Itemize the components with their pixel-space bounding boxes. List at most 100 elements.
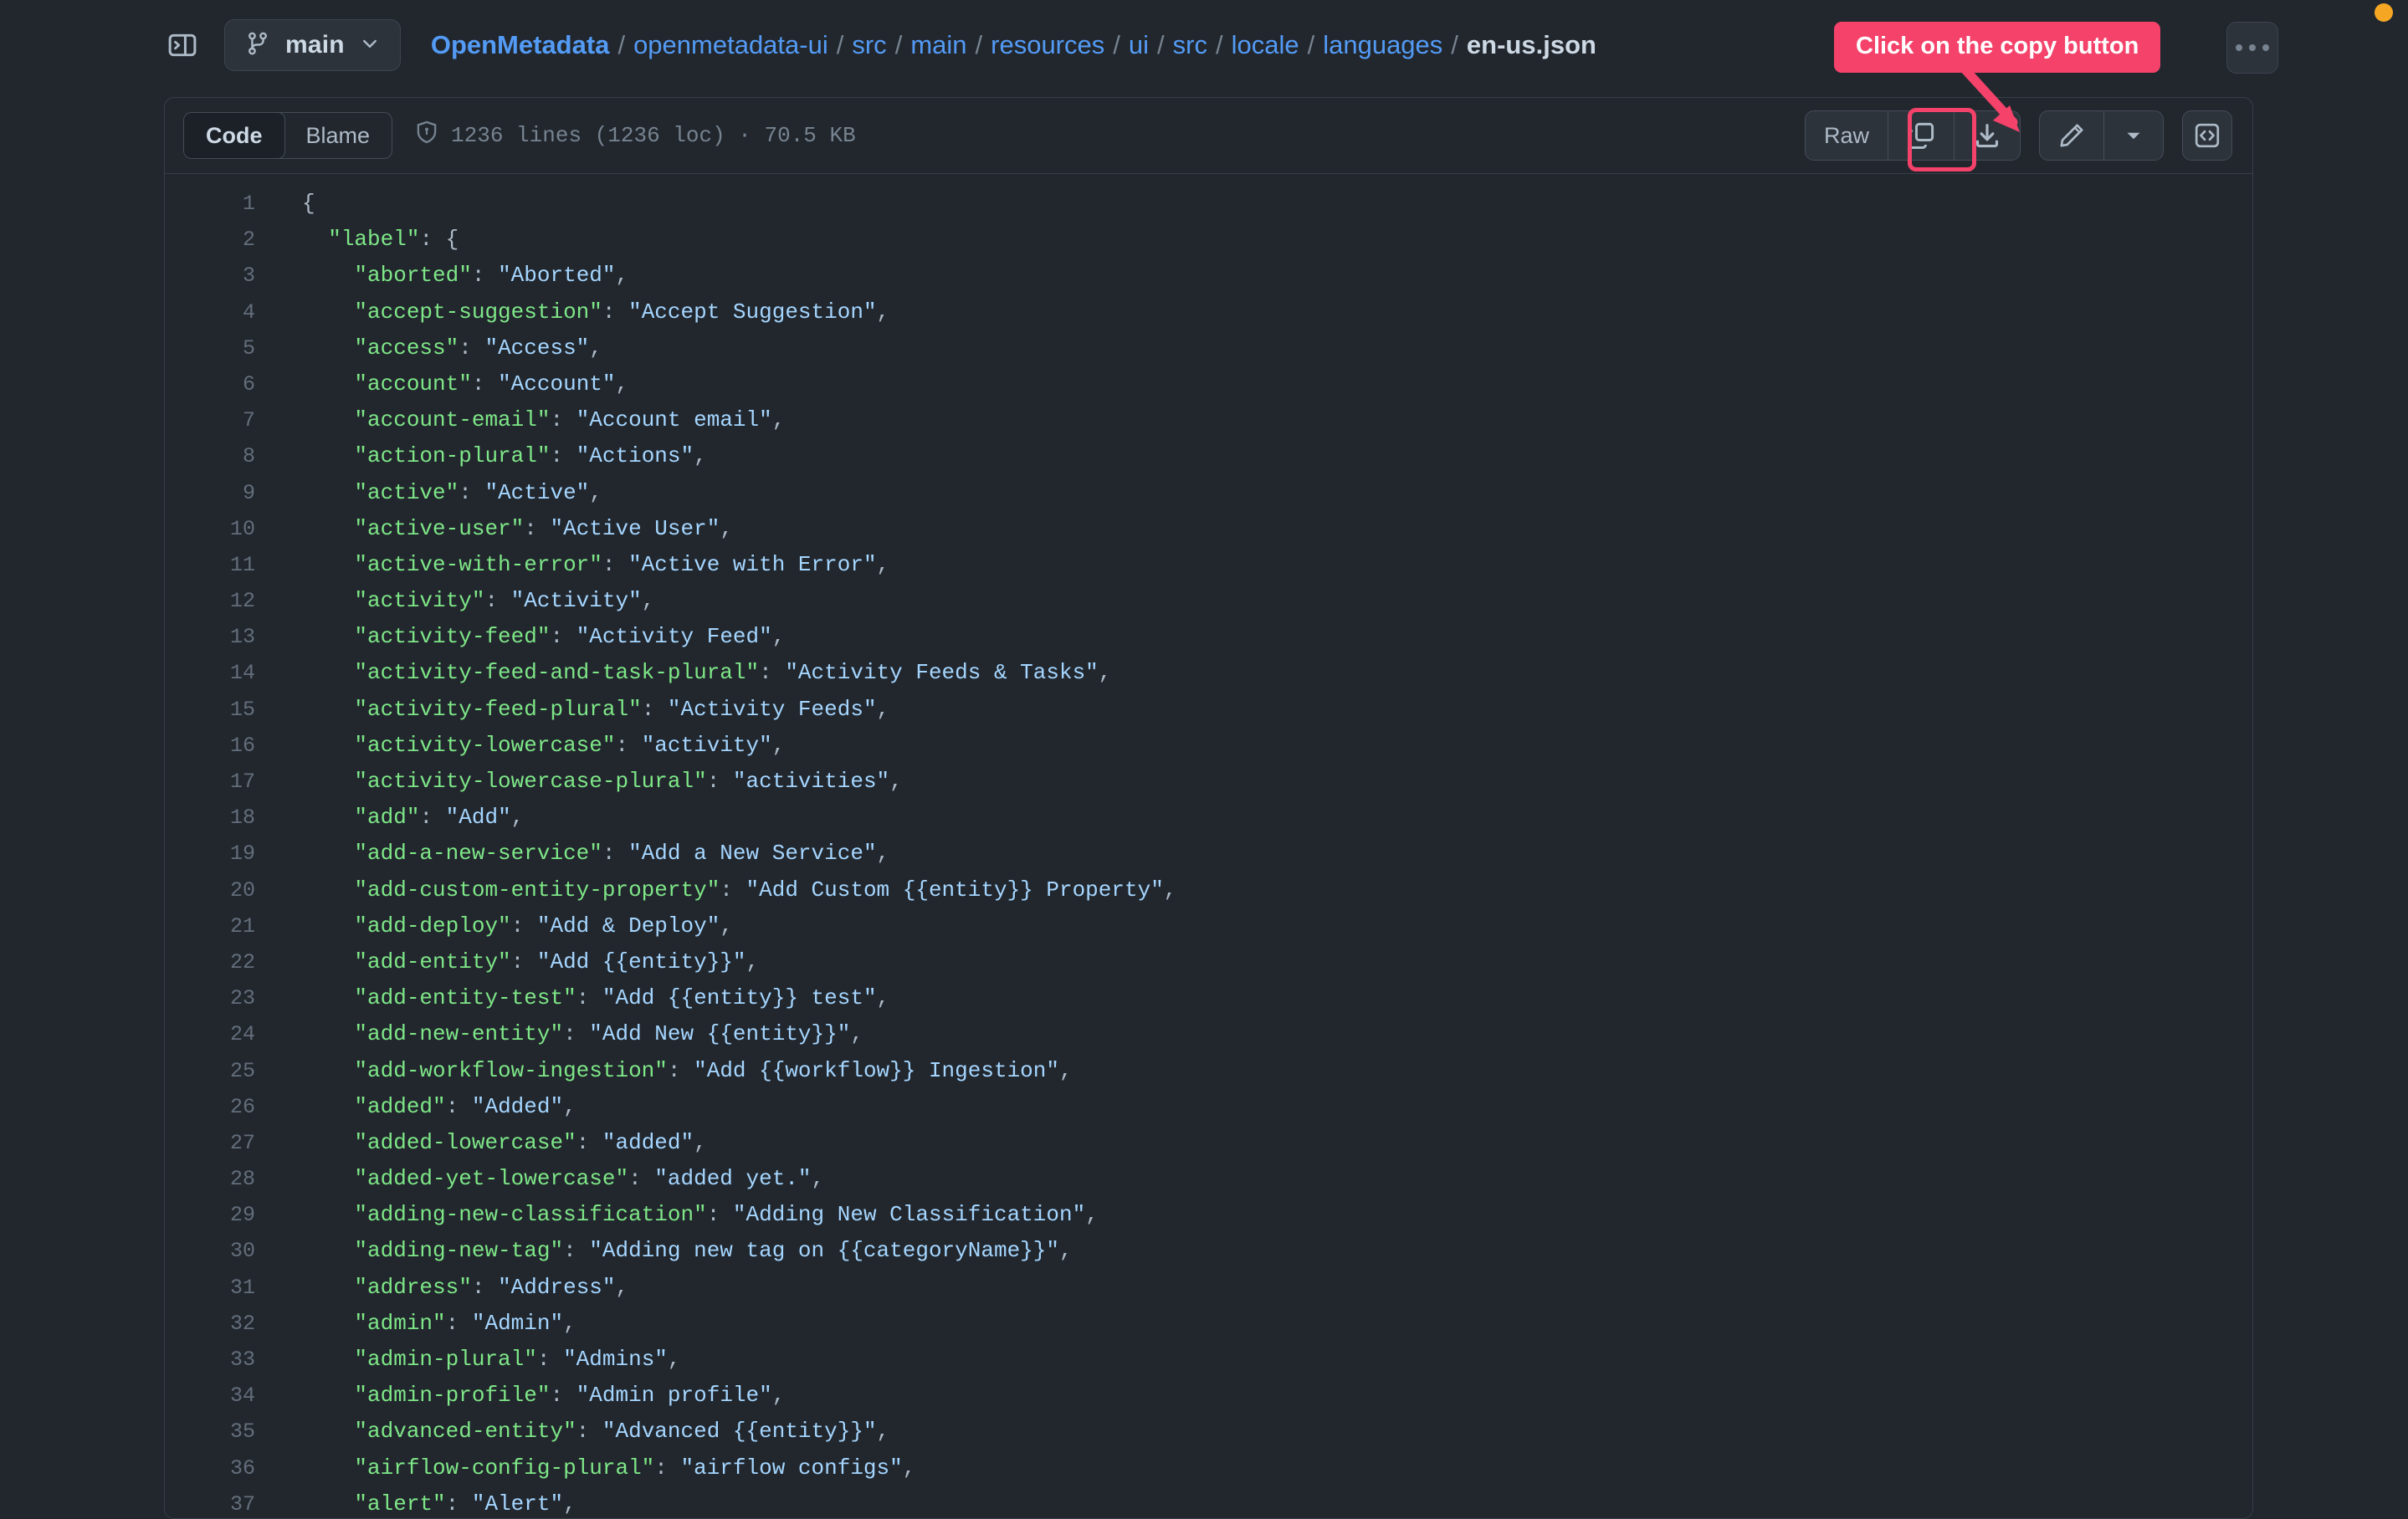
code-line: "adding-new-tag": "Adding new tag on {{c… (354, 1238, 1073, 1264)
file-metadata: 1236 lines (1236 loc) · 70.5 KB (414, 120, 856, 151)
code-line: "active-with-error": "Active with Error"… (354, 551, 890, 577)
code-line: "activity-lowercase-plural": "activities… (354, 769, 903, 794)
kebab-dot (2249, 44, 2256, 51)
callout-arrow-icon (1956, 62, 2020, 132)
line-number: 28 (229, 1167, 255, 1192)
code-line: "add-entity-test": "Add {{entity}} test"… (354, 985, 890, 1011)
code-line: "access": "Access", (354, 335, 602, 361)
breadcrumb-item-locale[interactable]: locale (1232, 30, 1299, 60)
kebab-dot (2236, 44, 2242, 51)
line-number: 33 (229, 1348, 255, 1372)
line-number: 29 (229, 1203, 255, 1228)
code-line: "address": "Address", (354, 1274, 629, 1300)
line-number: 18 (229, 806, 255, 831)
breadcrumb-separator: / (894, 30, 903, 59)
line-number: 10 (229, 516, 255, 541)
angle-brackets-icon[interactable] (2182, 110, 2232, 161)
code-line: "added": "Added", (354, 1093, 576, 1119)
breadcrumb-item-openmetadata[interactable]: OpenMetadata (431, 30, 610, 60)
code-line: "airflow-config-plural": "airflow config… (354, 1455, 916, 1481)
line-number: 3 (242, 263, 255, 289)
code-line: "accept-suggestion": "Accept Suggestion"… (354, 299, 890, 325)
sidebar-expand-icon[interactable] (166, 28, 199, 62)
code-line: "add-entity": "Add {{entity}}", (354, 949, 760, 974)
file-toolbar: Code Blame 1236 lines (1236 loc) · 70.5 … (165, 98, 2252, 173)
breadcrumb-item-src[interactable]: src (852, 30, 886, 60)
code-line: "active": "Active", (354, 479, 602, 505)
file-view-panel: Code Blame 1236 lines (1236 loc) · 70.5 … (164, 97, 2253, 1519)
code-line: "adding-new-classification": "Adding New… (354, 1202, 1099, 1228)
edit-group (2039, 110, 2164, 161)
line-number: 37 (229, 1491, 255, 1516)
more-options-icon[interactable] (2226, 22, 2278, 74)
code-content: { "label": { "aborted": "Aborted", "acce… (274, 174, 2252, 1518)
code-line: "added-lowercase": "added", (354, 1129, 707, 1155)
file-meta-text: 1236 lines (1236 loc) · 70.5 KB (451, 123, 856, 148)
breadcrumb-item-openmetadata-ui[interactable]: openmetadata-ui (633, 30, 828, 60)
code-line: "activity-feed-and-task-plural": "Activi… (354, 660, 1112, 686)
line-number: 32 (229, 1311, 255, 1336)
git-branch-icon (245, 31, 270, 60)
line-number-gutter: 1 2 3 4 5 6 7 8 9 10 11 12 13 14 15 16 17 18 19 20 21 22 23 24 2… (165, 174, 274, 1518)
code-line: "account-email": "Account email", (354, 407, 786, 433)
breadcrumb-item-resources[interactable]: resources (991, 30, 1104, 60)
line-number: 23 (229, 986, 255, 1011)
raw-button[interactable]: Raw (1806, 111, 1888, 160)
code-line: "add-a-new-service": "Add a New Service"… (354, 841, 890, 867)
tab-blame[interactable]: Blame (284, 113, 392, 158)
branch-name-label: main (285, 31, 345, 59)
line-number: 27 (229, 1130, 255, 1155)
breadcrumb-separator: / (617, 30, 626, 59)
breadcrumb-separator: / (975, 30, 983, 59)
branch-selector[interactable]: main (224, 19, 401, 71)
breadcrumb-item-en-us-json: en-us.json (1466, 30, 1596, 59)
code-line: "added-yet-lowercase": "added yet.", (354, 1166, 825, 1192)
code-blame-tabs: Code Blame (183, 112, 393, 159)
code-line: "activity-feed-plural": "Activity Feeds"… (354, 696, 890, 722)
code-viewer: 1 2 3 4 5 6 7 8 9 10 11 12 13 14 15 16 17 18 19 20 21 22 23 24 2… (165, 173, 2252, 1518)
line-number: 24 (229, 1022, 255, 1047)
code-line: "action-plural": "Actions", (354, 443, 707, 469)
breadcrumb-separator: / (1215, 30, 1223, 59)
code-line: "alert": "Alert", (354, 1491, 576, 1516)
code-line: "add-new-entity": "Add New {{entity}}", (354, 1021, 863, 1047)
line-number: 15 (229, 697, 255, 722)
breadcrumb-separator: / (836, 30, 844, 59)
breadcrumb-item-ui[interactable]: ui (1129, 30, 1149, 60)
breadcrumb-item-src[interactable]: src (1173, 30, 1207, 60)
line-number: 16 (229, 733, 255, 758)
code-line: "admin-plural": "Admins", (354, 1347, 681, 1372)
line-number: 4 (242, 299, 255, 325)
code-line: "active-user": "Active User", (354, 515, 733, 541)
breadcrumb-separator: / (1307, 30, 1315, 59)
code-line: "advanced-entity": "Advanced {{entity}}"… (354, 1419, 890, 1445)
tab-code[interactable]: Code (184, 113, 285, 158)
breadcrumb-item-languages[interactable]: languages (1323, 30, 1442, 60)
line-number: 20 (229, 877, 255, 903)
line-number: 7 (242, 408, 255, 433)
cursor-indicator (2375, 3, 2393, 22)
line-number: 31 (229, 1275, 255, 1300)
breadcrumb-separator: / (1113, 30, 1120, 59)
line-number: 26 (229, 1094, 255, 1119)
line-number: 9 (242, 480, 255, 505)
callout-tooltip: Click on the copy button (1834, 22, 2161, 73)
line-number: 34 (229, 1383, 255, 1409)
copy-icon[interactable] (1888, 111, 1955, 160)
code-line: "admin": "Admin", (354, 1310, 576, 1336)
code-line: "add": "Add", (354, 805, 525, 831)
code-line: "activity": "Activity", (354, 588, 655, 614)
breadcrumb-separator: / (1157, 30, 1165, 59)
chevron-down-icon (360, 33, 380, 58)
line-number: 11 (229, 552, 255, 577)
code-line: "activity-lowercase": "activity", (354, 732, 786, 758)
code-line: "account": "Account", (354, 371, 629, 396)
code-line: "add-custom-entity-property": "Add Custo… (354, 877, 1177, 903)
breadcrumb-item-main[interactable]: main (910, 30, 966, 60)
code-line: "admin-profile": "Admin profile", (354, 1383, 786, 1409)
line-number: 6 (242, 371, 255, 396)
edit-dropdown-chevron-down-icon[interactable] (2104, 111, 2163, 160)
line-number: 17 (229, 770, 255, 794)
shield-lock-icon (414, 120, 439, 151)
code-line: "aborted": "Aborted", (354, 263, 629, 289)
